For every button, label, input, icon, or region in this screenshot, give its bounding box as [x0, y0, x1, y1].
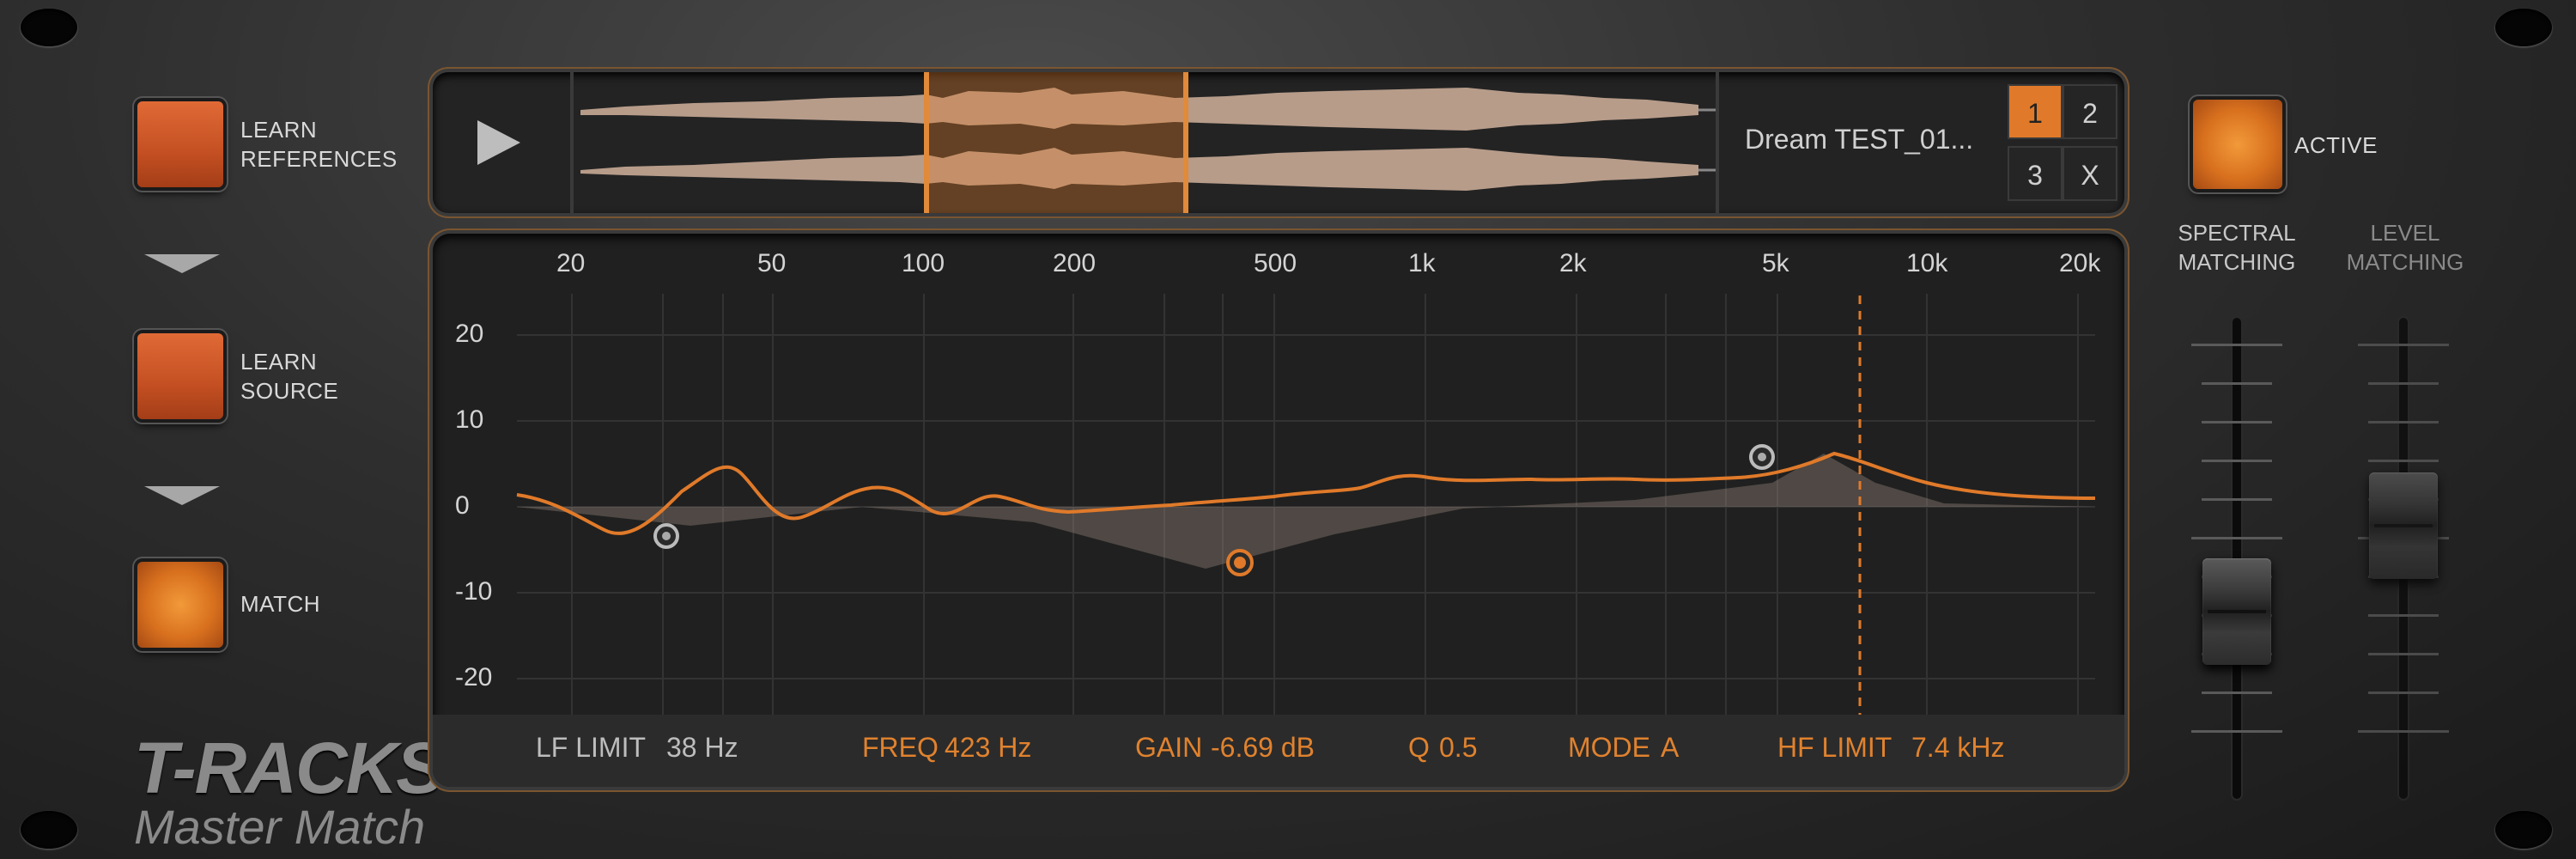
- active-button[interactable]: [2193, 100, 2282, 189]
- rack-screw-bottom-right: [2495, 811, 2552, 849]
- flow-arrow-down-icon: [144, 254, 220, 273]
- reference-slot-3[interactable]: 3: [2008, 146, 2063, 201]
- hf-limit-value[interactable]: 7.4 kHz: [1911, 732, 2004, 764]
- spectral-matching-fader[interactable]: [2190, 318, 2284, 799]
- level-fader-handle[interactable]: [2369, 472, 2438, 579]
- reference-track-name: Dream TEST_01...: [1745, 124, 1974, 155]
- freq-label: FREQ: [862, 732, 939, 763]
- flow-arrow-down-icon: [144, 486, 220, 505]
- reference-name-cell[interactable]: Dream TEST_01...: [1716, 72, 2006, 213]
- eq-curve-graph[interactable]: [433, 234, 2124, 715]
- app-logo-subtitle: Master Match: [134, 800, 426, 854]
- loop-start-handle[interactable]: [924, 72, 929, 213]
- gain-label: GAIN: [1135, 732, 1203, 763]
- mode-value[interactable]: A: [1661, 732, 1679, 764]
- loop-end-handle[interactable]: [1183, 72, 1188, 213]
- rack-screw-top-left: [21, 9, 77, 46]
- lf-limit-label: LF LIMIT: [536, 732, 647, 763]
- app-logo: T-RACKS: [134, 728, 444, 808]
- spectral-matching-label: SPECTRAL MATCHING: [2178, 220, 2296, 275]
- q-label: Q: [1408, 732, 1430, 763]
- match-label: MATCH: [240, 591, 321, 617]
- reference-slot-grid: 1 2 3 X: [2002, 72, 2124, 213]
- rack-screw-bottom-left: [21, 811, 77, 849]
- lf-limit-value[interactable]: 38 Hz: [666, 732, 738, 764]
- reference-slot-1[interactable]: 1: [2008, 84, 2063, 139]
- active-label: ACTIVE: [2294, 132, 2378, 158]
- play-button[interactable]: [433, 72, 574, 213]
- rack-screw-top-right: [2495, 9, 2552, 46]
- match-button[interactable]: [137, 562, 223, 648]
- spectral-fader-handle[interactable]: [2202, 558, 2271, 665]
- mode-label: MODE: [1568, 732, 1650, 763]
- eq-parameters-footer: LF LIMIT 38 Hz FREQ 423 Hz GAIN -6.69 dB…: [433, 715, 2124, 787]
- reference-slot-clear[interactable]: X: [2063, 146, 2117, 201]
- learn-references-button[interactable]: [137, 101, 223, 187]
- q-value[interactable]: 0.5: [1439, 732, 1477, 764]
- play-icon: [477, 120, 520, 165]
- level-matching-fader[interactable]: [2356, 318, 2451, 799]
- freq-value[interactable]: 423 Hz: [945, 732, 1031, 764]
- gain-value[interactable]: -6.69 dB: [1211, 732, 1315, 764]
- level-matching-label: LEVEL MATCHING: [2346, 220, 2464, 275]
- waveform-display[interactable]: [574, 72, 1716, 213]
- eq-correction-fill: [517, 454, 2095, 569]
- reference-waveform-panel: Dream TEST_01... 1 2 3 X: [433, 72, 2124, 213]
- reference-slot-2[interactable]: 2: [2063, 84, 2117, 139]
- loop-selection-region[interactable]: [927, 72, 1185, 213]
- hf-limit-label: HF LIMIT: [1777, 732, 1893, 763]
- eq-display-panel: 20 50 100 200 500 1k 2k 5k 10k 20k 20 10…: [433, 234, 2124, 787]
- learn-source-label: LEARN SOURCE: [240, 349, 339, 404]
- waveform-svg: [580, 72, 1716, 213]
- learn-references-label: LEARN REFERENCES: [240, 117, 398, 172]
- learn-source-button[interactable]: [137, 333, 223, 419]
